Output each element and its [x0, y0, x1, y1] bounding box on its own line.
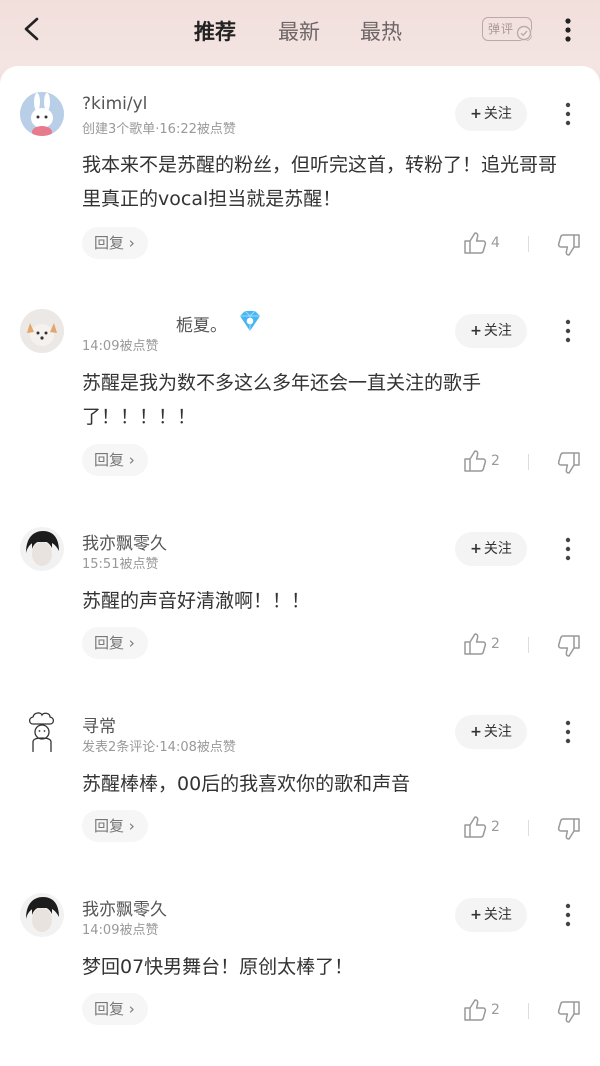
comment-meta: 14:09被点赞	[82, 339, 159, 354]
like-count: 2	[491, 819, 500, 835]
like-count: 2	[491, 1002, 500, 1018]
thumbs-down-icon[interactable]	[556, 816, 582, 842]
reply-button[interactable]: 回复 ›	[82, 444, 148, 476]
like-count: 2	[491, 636, 500, 652]
divider	[528, 454, 529, 470]
tab-recommended[interactable]: 推荐	[194, 16, 236, 46]
like-count: 4	[491, 235, 500, 251]
danmu-label: 弹评	[488, 22, 515, 36]
follow-button[interactable]: + 关注	[455, 97, 527, 131]
comment-text: 苏醒棒棒，00后的我喜欢你的歌和声音	[82, 773, 411, 795]
username[interactable]: 栀夏。	[176, 311, 227, 336]
divider	[528, 820, 529, 836]
comment-meta: 15:51被点赞	[82, 557, 159, 572]
avatar[interactable]	[20, 309, 64, 353]
username[interactable]: 我亦飘零久	[82, 895, 167, 920]
more-vertical-icon[interactable]	[560, 101, 576, 127]
thumbs-down-icon[interactable]	[556, 450, 582, 476]
more-vertical-icon[interactable]	[560, 719, 576, 745]
username[interactable]: 我亦飘零久	[82, 529, 167, 554]
diamond-vip-icon	[240, 310, 260, 331]
follow-button[interactable]: + 关注	[455, 532, 527, 566]
divider	[528, 1003, 529, 1019]
thumbs-up-icon[interactable]	[462, 631, 488, 657]
comment-meta: 创建3个歌单·16:22被点赞	[82, 122, 236, 137]
thumbs-up-icon[interactable]	[462, 997, 488, 1023]
dog-avatar-icon	[20, 309, 64, 353]
avatar[interactable]	[20, 527, 64, 571]
portrait-avatar-icon	[20, 527, 64, 571]
more-vertical-icon[interactable]	[560, 318, 576, 344]
reply-button[interactable]: 回复 ›	[82, 810, 148, 842]
like-count: 2	[491, 453, 500, 469]
back-arrow-icon[interactable]	[18, 14, 48, 44]
top-bar: 推荐 最新 最热 弹评	[0, 0, 600, 70]
comment-meta: 14:09被点赞	[82, 923, 159, 938]
comment-text: 梦回07快男舞台！原创太棒了！	[82, 956, 354, 978]
follow-button[interactable]: + 关注	[455, 314, 527, 348]
portrait-avatar-icon	[20, 893, 64, 937]
reply-button[interactable]: 回复 ›	[82, 227, 148, 259]
divider	[528, 637, 529, 653]
comment-text: 苏醒是我为数不多这么多年还会一直关注的歌手了！！！！！	[82, 372, 482, 428]
follow-button[interactable]: + 关注	[455, 715, 527, 749]
avatar[interactable]	[20, 893, 64, 937]
thumbs-up-icon[interactable]	[462, 814, 488, 840]
username[interactable]: ?kimi/yl	[82, 94, 147, 114]
chef-avatar-icon	[20, 710, 64, 754]
thumbs-down-icon[interactable]	[556, 232, 582, 258]
thumbs-down-icon[interactable]	[556, 999, 582, 1025]
thumbs-down-icon[interactable]	[556, 633, 582, 659]
avatar[interactable]	[20, 92, 64, 136]
more-vertical-icon[interactable]	[560, 902, 576, 928]
divider	[528, 236, 529, 252]
more-vertical-icon[interactable]	[560, 536, 576, 562]
tab-hottest[interactable]: 最热	[360, 16, 402, 46]
danmu-toggle[interactable]: 弹评	[482, 17, 532, 41]
more-vertical-icon[interactable]	[560, 16, 576, 44]
follow-button[interactable]: + 关注	[455, 898, 527, 932]
comment-meta: 发表2条评论·14:08被点赞	[82, 740, 236, 755]
avatar[interactable]	[20, 710, 64, 754]
thumbs-up-icon[interactable]	[462, 448, 488, 474]
username[interactable]: 寻常	[82, 712, 116, 737]
check-circle-icon	[516, 25, 532, 41]
comment-text: 苏醒的声音好清澈啊！！！	[82, 590, 311, 612]
tab-latest[interactable]: 最新	[278, 16, 320, 46]
thumbs-up-icon[interactable]	[462, 230, 488, 256]
reply-button[interactable]: 回复 ›	[82, 627, 148, 659]
comment-text: 我本来不是苏醒的粉丝，但听完这首，转粉了！追光哥哥里真正的vocal担当就是苏醒…	[82, 154, 558, 210]
reply-button[interactable]: 回复 ›	[82, 993, 148, 1025]
comment-panel: ?kimi/yl 创建3个歌单·16:22被点赞 + 关注 我本来不是苏醒的粉丝，…	[0, 66, 600, 1066]
bunny-avatar-icon	[20, 92, 64, 136]
